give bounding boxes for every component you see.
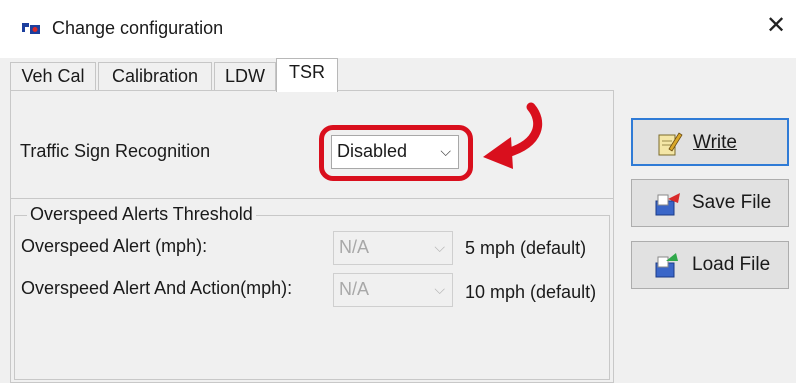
load-file-icon — [655, 253, 678, 278]
app-icon — [22, 23, 40, 34]
overspeed-alert-action-value: N/A — [339, 279, 370, 299]
title-bar: Change configuration ✕ — [0, 0, 796, 58]
dialog-body: Veh Cal Calibration LDW TSR Traffic Sign… — [0, 58, 796, 383]
tab-calibration[interactable]: Calibration — [98, 62, 212, 90]
overspeed-alert-action-label: Overspeed Alert And Action(mph): — [21, 278, 293, 298]
overspeed-alert-action-default: 10 mph (default) — [465, 282, 597, 302]
write-button-label: Write — [693, 132, 737, 153]
tsr-panel: Traffic Sign Recognition Disabled ⌵ — [11, 91, 613, 199]
overspeed-alert-default: 5 mph (default) — [465, 238, 587, 258]
overspeed-alert-action-select[interactable]: N/A ⌵ — [333, 273, 453, 307]
overspeed-alert-label: Overspeed Alert (mph): — [21, 236, 208, 256]
overspeed-legend: Overspeed Alerts Threshold — [27, 204, 256, 225]
chevron-down-icon: ⌵ — [440, 143, 451, 159]
tsr-tab-page: Traffic Sign Recognition Disabled ⌵ Over… — [10, 90, 614, 383]
traffic-sign-recognition-label: Traffic Sign Recognition — [20, 141, 211, 161]
traffic-sign-recognition-value: Disabled — [337, 141, 408, 161]
load-file-button-label: Load File — [692, 254, 771, 275]
tab-veh-cal[interactable]: Veh Cal — [10, 62, 96, 90]
chevron-down-icon: ⌵ — [434, 239, 445, 255]
overspeed-alert-value: N/A — [339, 237, 370, 257]
load-file-button[interactable]: Load File — [631, 241, 789, 289]
overspeed-alert-select[interactable]: N/A ⌵ — [333, 231, 453, 265]
overspeed-group: Overspeed Alerts Threshold Overspeed Ale… — [14, 204, 610, 380]
close-icon[interactable]: ✕ — [766, 14, 786, 38]
chevron-down-icon: ⌵ — [434, 281, 445, 297]
tab-ldw[interactable]: LDW — [214, 62, 276, 90]
red-arrow-annotation — [483, 102, 543, 169]
notepad-write-icon — [658, 132, 683, 156]
tab-tsr[interactable]: TSR — [276, 58, 338, 92]
write-button[interactable]: Write — [631, 118, 789, 166]
window-title: Change configuration — [52, 18, 224, 38]
save-file-button[interactable]: Save File — [631, 179, 789, 227]
save-file-icon — [655, 193, 680, 216]
traffic-sign-recognition-select[interactable]: Disabled ⌵ — [331, 135, 459, 169]
save-file-button-label: Save File — [692, 192, 772, 213]
